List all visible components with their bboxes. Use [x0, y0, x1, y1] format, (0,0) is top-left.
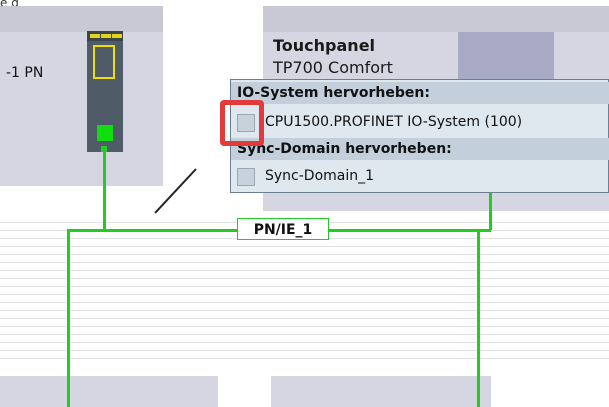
- touchpanel-device-header: [263, 6, 609, 32]
- io-system-item-label: CPU1500.PROFINET IO-System (100): [265, 114, 523, 130]
- plc-network-drop[interactable]: [103, 150, 106, 230]
- io-system-item[interactable]: CPU1500.PROFINET IO-System (100): [231, 110, 609, 134]
- touchpanel-title: Touchpanel: [273, 36, 376, 55]
- network-view-canvas[interactable]: e g -1 PN Touchpanel TP700 Comfort PN/IE…: [0, 0, 609, 407]
- touchpanel-network-drop[interactable]: [489, 190, 492, 230]
- touchpanel-model: TP700 Comfort: [273, 58, 393, 77]
- device-box-bottom-right[interactable]: [271, 376, 491, 407]
- device-box-bottom-left[interactable]: [0, 376, 218, 407]
- network-drop-right[interactable]: [477, 229, 480, 407]
- plc-device-header: [0, 6, 163, 32]
- io-system-header: IO-System hervorheben:: [231, 82, 609, 104]
- status-led-icon: [97, 125, 113, 141]
- display-frame-icon: [93, 45, 115, 79]
- sync-domain-header: Sync-Domain hervorheben:: [231, 138, 609, 160]
- sync-domain-swatch-icon[interactable]: [237, 168, 255, 186]
- network-drop-left[interactable]: [67, 229, 70, 407]
- plc-device-name: -1 PN: [6, 65, 44, 81]
- network-label[interactable]: PN/IE_1: [237, 218, 329, 240]
- plc-module-icon[interactable]: [87, 31, 123, 152]
- plc-device-box[interactable]: [0, 6, 163, 186]
- sync-domain-item[interactable]: Sync-Domain_1: [231, 164, 609, 188]
- red-highlight-box: [220, 100, 264, 146]
- sync-domain-item-label: Sync-Domain_1: [265, 168, 375, 184]
- plc-port-icon[interactable]: [101, 146, 107, 152]
- highlight-popup: IO-System hervorheben: CPU1500.PROFINET …: [230, 79, 609, 193]
